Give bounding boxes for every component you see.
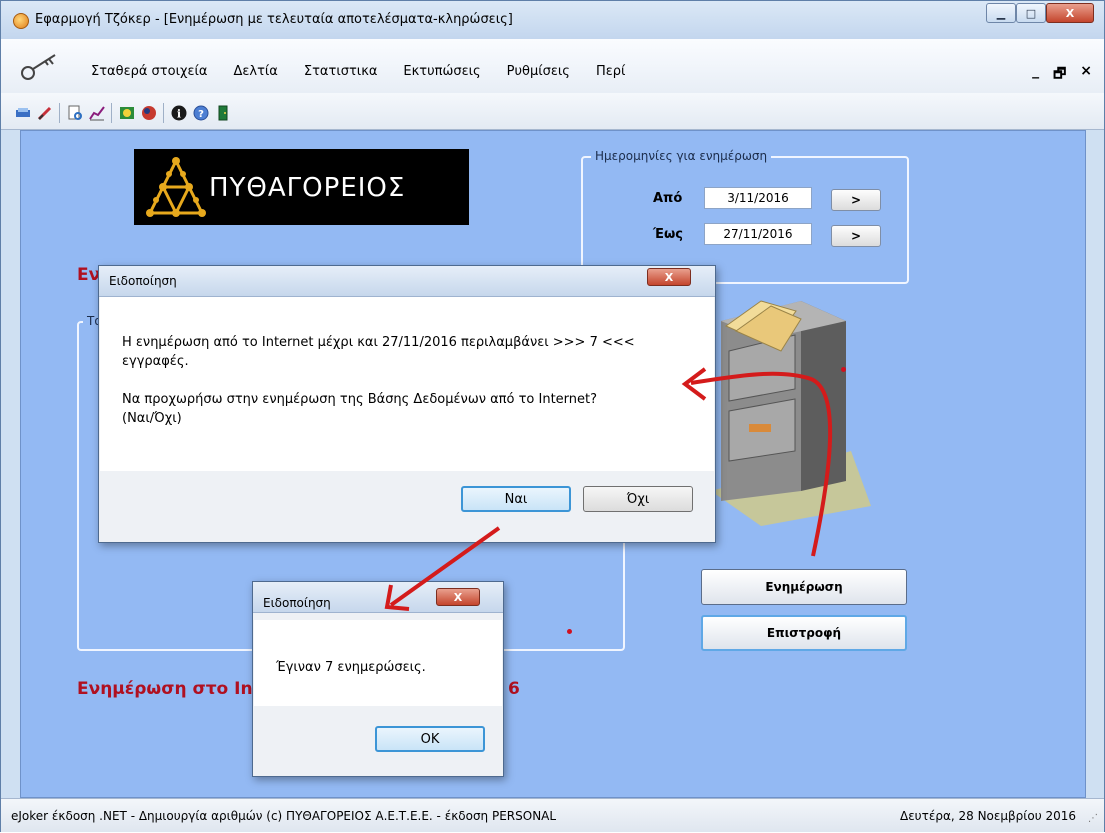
key-icon xyxy=(21,54,56,80)
result-dialog-close-button[interactable]: X xyxy=(436,588,480,606)
maximize-icon: □ xyxy=(1025,6,1037,20)
chart-icon[interactable] xyxy=(89,105,105,121)
maximize-button[interactable]: □ xyxy=(1016,3,1046,23)
pencil-icon[interactable] xyxy=(37,105,53,121)
resize-grip-icon[interactable]: ⋰ xyxy=(1088,813,1098,824)
confirm-dialog-title: Ειδοποίηση xyxy=(109,274,177,288)
pythagoras-triangle-icon xyxy=(146,157,206,217)
exit-icon[interactable] xyxy=(215,105,231,121)
result-dialog-title: Ειδοποίηση xyxy=(263,596,331,610)
red-dot xyxy=(567,629,572,634)
menu-settings[interactable]: Ρυθμίσεις xyxy=(507,64,570,79)
menu-about[interactable]: Περί xyxy=(596,64,625,79)
close-icon: X xyxy=(664,270,674,284)
update-heading-bottom-tail: 6 xyxy=(508,679,520,699)
status-date: Δευτέρα, 28 Νοεμβρίου 2016 xyxy=(899,809,1076,823)
minimize-button[interactable]: ▁ xyxy=(986,3,1016,23)
menu-statistics[interactable]: Στατιστικα xyxy=(304,64,378,79)
from-label: Από xyxy=(653,191,683,206)
red-dot xyxy=(841,367,846,372)
app-window: Εφαρμογή Τζόκερ - [Ενημέρωση με τελευταί… xyxy=(0,0,1105,832)
status-left-text: eJoker έκδοση .NET - Δημιουργία αριθμών … xyxy=(11,809,557,823)
close-button[interactable]: X xyxy=(1046,3,1094,23)
window-title: Εφαρμογή Τζόκερ - [Ενημέρωση με τελευταί… xyxy=(35,12,513,27)
draw-icon[interactable] xyxy=(119,105,135,121)
from-date-input[interactable]: 3/11/2016 xyxy=(704,187,812,209)
svg-text:i: i xyxy=(177,108,181,121)
app-icon xyxy=(13,13,29,29)
dates-group-legend: Ημερομηνίες για ενημέρωση xyxy=(591,149,772,163)
menu-tickets[interactable]: Δελτία xyxy=(233,64,277,79)
tickets-icon[interactable] xyxy=(15,105,31,121)
confirm-message-line4: (Ναι/Όχι) xyxy=(122,411,182,426)
yes-button[interactable]: Ναι xyxy=(461,486,571,512)
confirm-message-line3: Να προχωρήσω στην ενημέρωση της Βάσης Δε… xyxy=(122,392,598,407)
to-label: Έως xyxy=(653,227,683,242)
toolbar-separator xyxy=(163,103,164,123)
menu-fixed-data[interactable]: Σταθερά στοιχεία xyxy=(91,64,207,79)
mdi-close-button[interactable]: × xyxy=(1080,63,1092,87)
result-message: Έγιναν 7 ενημερώσεις. xyxy=(276,660,426,675)
svg-text:?: ? xyxy=(198,109,204,120)
to-date-input[interactable]: 27/11/2016 xyxy=(704,223,812,245)
result-dialog-titlebar[interactable]: Ειδοποίηση X xyxy=(253,582,503,613)
confirm-dialog: Ειδοποίηση X Η ενημέρωση από το Internet… xyxy=(98,265,716,543)
result-dialog-body: Έγιναν 7 ενημερώσεις. xyxy=(254,620,502,706)
update-button[interactable]: Ενημέρωση xyxy=(701,569,907,605)
close-icon: X xyxy=(1065,6,1075,20)
filing-cabinet-image xyxy=(711,300,871,526)
menu-prints[interactable]: Εκτυπώσεις xyxy=(403,64,480,79)
logo-text: ΠΥΘΑΓΟΡΕΙΟΣ xyxy=(209,173,406,203)
title-bar[interactable]: Εφαρμογή Τζόκερ - [Ενημέρωση με τελευταί… xyxy=(1,1,1104,39)
toolbar xyxy=(1,93,1104,130)
confirm-message-line1: Η ενημέρωση από το Internet μέχρι και 27… xyxy=(122,335,635,350)
toolbar-separator xyxy=(111,103,112,123)
toolbar-separator xyxy=(59,103,60,123)
from-next-button[interactable]: > xyxy=(831,189,881,211)
menu-items: Σταθερά στοιχεία Δελτία Στατιστικα Εκτυπ… xyxy=(91,64,625,79)
close-icon: X xyxy=(453,590,463,604)
confirm-dialog-titlebar[interactable]: Ειδοποίηση X xyxy=(99,266,715,297)
back-button[interactable]: Επιστροφή xyxy=(701,615,907,651)
ball-icon[interactable] xyxy=(141,105,157,121)
ok-button[interactable]: OK xyxy=(375,726,485,752)
confirm-dialog-close-button[interactable]: X xyxy=(647,268,691,286)
to-next-button[interactable]: > xyxy=(831,225,881,247)
result-dialog: Ειδοποίηση X Έγιναν 7 ενημερώσεις. OK xyxy=(252,581,504,777)
info-icon[interactable]: i xyxy=(171,105,187,121)
confirm-message-line2: εγγραφές. xyxy=(122,354,189,369)
update-heading-bottom: Ενημέρωση στο In xyxy=(77,679,253,699)
help-icon[interactable]: ? xyxy=(193,105,209,121)
confirm-dialog-body: Η ενημέρωση από το Internet μέχρι και 27… xyxy=(100,297,714,471)
print-preview-icon[interactable] xyxy=(67,105,83,121)
status-bar: eJoker έκδοση .NET - Δημιουργία αριθμών … xyxy=(1,798,1104,832)
mdi-controls: _ 🗗 × xyxy=(1032,63,1092,87)
no-button[interactable]: Όχι xyxy=(583,486,693,512)
mdi-restore-button[interactable]: 🗗 xyxy=(1053,63,1066,87)
mdi-minimize-button[interactable]: _ xyxy=(1032,63,1039,87)
minimize-icon: ▁ xyxy=(996,6,1006,20)
update-heading-top: Εν xyxy=(77,265,101,285)
